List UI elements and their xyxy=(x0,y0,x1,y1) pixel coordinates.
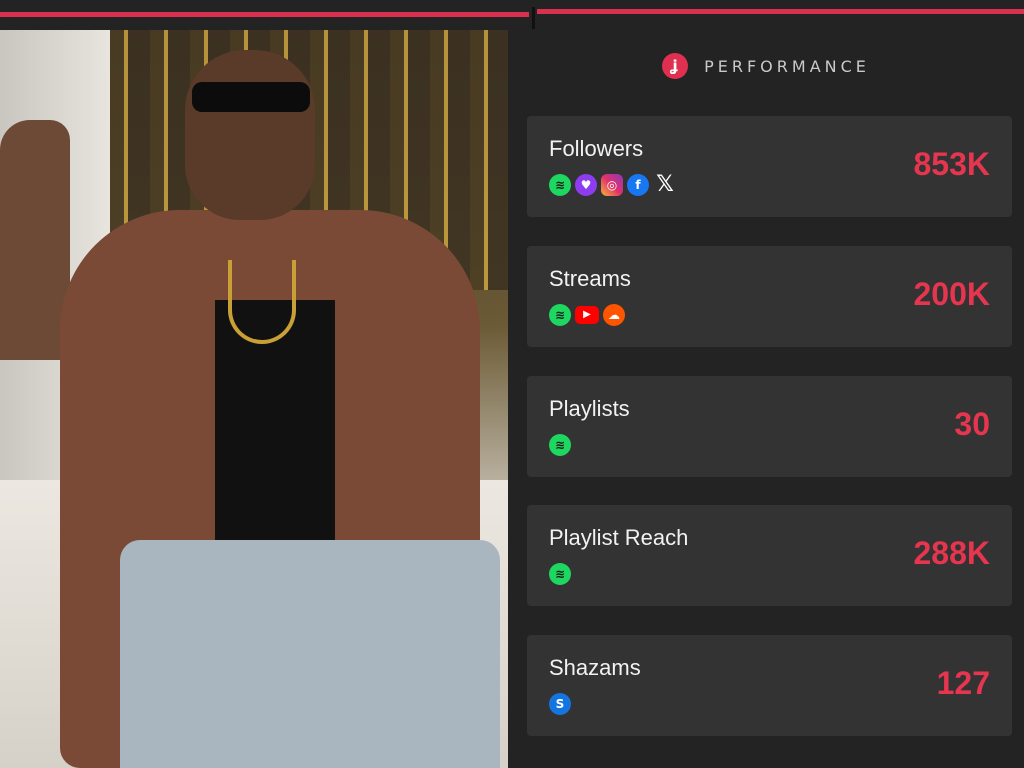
soundcloud-icon: ☁ xyxy=(603,304,625,326)
metric-value: 127 xyxy=(936,665,990,701)
photo-head xyxy=(185,50,315,220)
progress-remaining xyxy=(537,9,1024,14)
metric-value: 288K xyxy=(913,535,991,571)
progress-played xyxy=(0,12,529,17)
panel-title: PERFORMANCE xyxy=(704,56,870,76)
platform-icons: ≋ xyxy=(549,563,571,585)
metric-value: 853K xyxy=(913,146,991,182)
spotify-icon: ≋ xyxy=(549,563,571,585)
platform-icons: ≋ ▶ ☁ xyxy=(549,304,625,326)
artist-photo xyxy=(0,30,508,768)
spotify-icon: ≋ xyxy=(549,174,571,196)
spotify-icon: ≋ xyxy=(549,434,571,456)
instagram-icon: ◎ xyxy=(601,174,623,196)
brand-logo-icon: ʝ xyxy=(662,53,689,79)
metric-label: Followers xyxy=(549,136,644,161)
deezer-icon: ♥ xyxy=(575,174,597,196)
youtube-icon: ▶ xyxy=(575,306,599,324)
metric-label: Shazams xyxy=(549,655,641,680)
metric-label: Playlist Reach xyxy=(549,525,689,550)
progress-bar[interactable] xyxy=(0,0,1024,30)
photo-chain xyxy=(228,260,296,344)
progress-handle[interactable] xyxy=(532,7,535,29)
x-icon: 𝕏 xyxy=(656,172,674,197)
spotify-icon: ≋ xyxy=(549,304,571,326)
metric-card-streams: Streams ≋ ▶ ☁ 200K xyxy=(527,246,1012,347)
platform-icons: S xyxy=(549,693,571,715)
photo-sunglasses xyxy=(192,82,310,112)
metric-card-playlists: Playlists ≋ 30 xyxy=(527,376,1012,477)
photo-jeans xyxy=(120,540,500,768)
metric-card-playlist-reach: Playlist Reach ≋ 288K xyxy=(527,505,1012,606)
platform-icons: ≋ ♥ ◎ f 𝕏 xyxy=(549,174,677,196)
platform-icons: ≋ xyxy=(549,434,571,456)
metric-card-followers: Followers ≋ ♥ ◎ f 𝕏 853K xyxy=(527,116,1012,217)
performance-panel: ʝ PERFORMANCE Followers ≋ ♥ ◎ f 𝕏 853K S… xyxy=(508,30,1024,768)
shazam-icon: S xyxy=(549,693,571,715)
metric-value: 200K xyxy=(913,276,991,312)
metric-label: Streams xyxy=(549,266,631,291)
performance-header: ʝ PERFORMANCE xyxy=(508,50,1024,82)
metric-label: Playlists xyxy=(549,396,630,421)
metric-card-shazams: Shazams S 127 xyxy=(527,635,1012,736)
facebook-icon: f xyxy=(627,174,649,196)
metric-value: 30 xyxy=(954,406,990,442)
